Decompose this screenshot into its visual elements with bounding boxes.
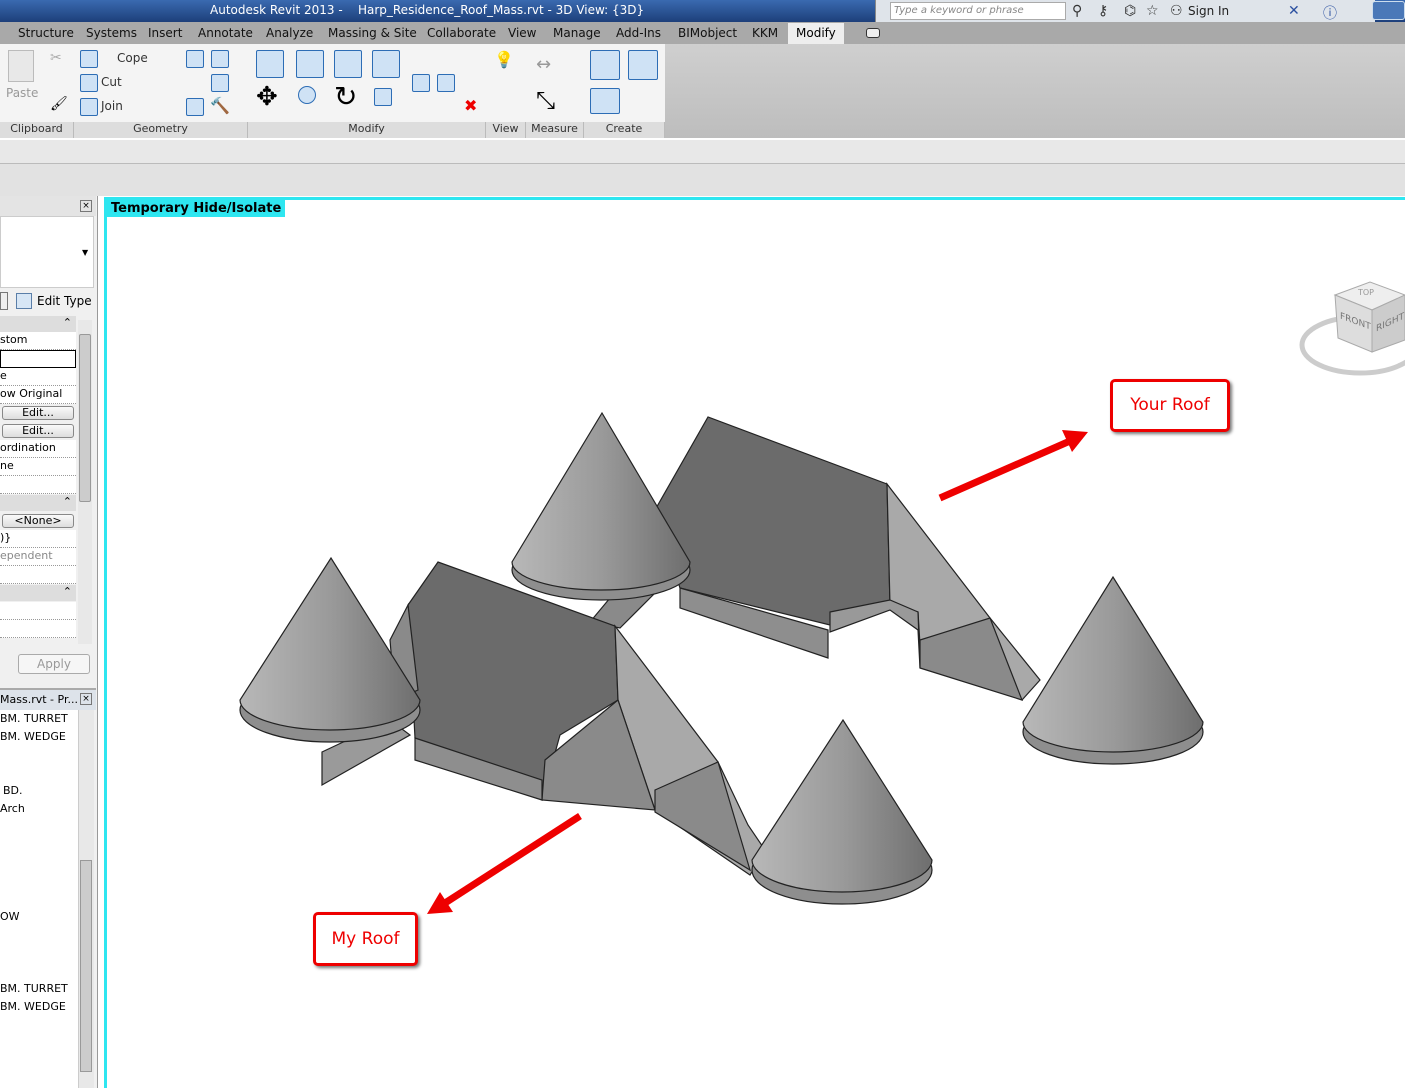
turret-cone[interactable] <box>751 718 933 905</box>
arrow-to-your-roof <box>938 430 1088 502</box>
3d-model <box>239 281 1405 914</box>
arrow-to-my-roof <box>427 813 582 914</box>
callout-my-roof: My Roof <box>313 912 418 966</box>
callout-your-roof: Your Roof <box>1110 379 1230 432</box>
turret-cone[interactable] <box>1022 575 1204 765</box>
viewcube-top-face[interactable]: TOP <box>1358 288 1374 297</box>
